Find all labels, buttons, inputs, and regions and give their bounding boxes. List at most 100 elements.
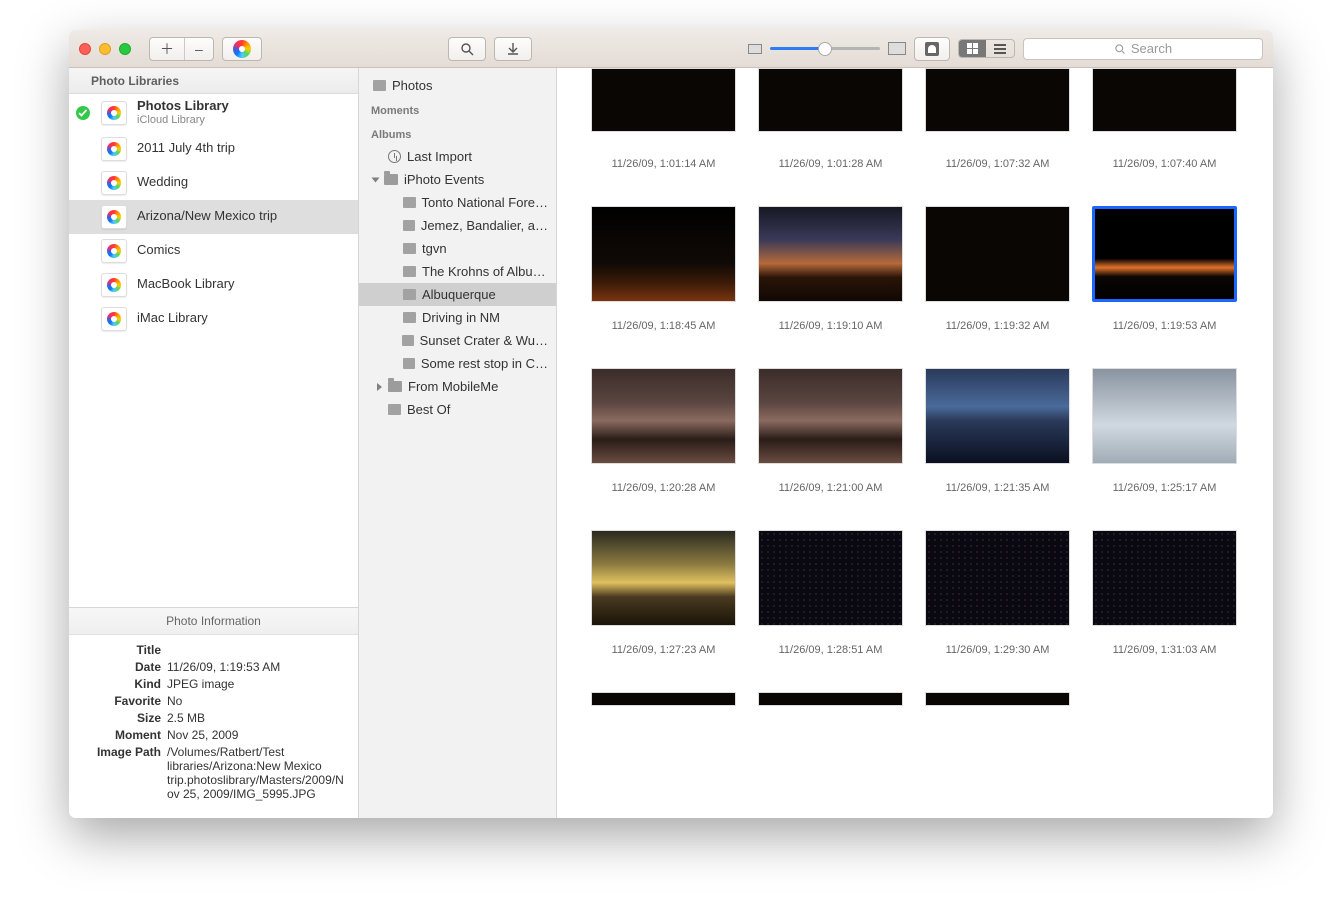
info-label: Image Path bbox=[83, 745, 167, 801]
best-of-album[interactable]: Best Of bbox=[359, 398, 556, 421]
library-text: MacBook Library bbox=[137, 277, 235, 292]
disclosure-triangle-icon[interactable] bbox=[372, 177, 380, 182]
library-row[interactable]: 2011 July 4th trip bbox=[69, 132, 358, 166]
titlebar: ＋ – bbox=[69, 30, 1273, 68]
thumbnail-cell[interactable]: 11/26/09, 1:19:53 AM bbox=[1092, 206, 1237, 332]
thumbnail-image[interactable] bbox=[925, 206, 1070, 302]
thumbnail-cell[interactable]: 11/26/09, 1:19:32 AM bbox=[925, 206, 1070, 332]
thumbnail-image[interactable] bbox=[1092, 68, 1237, 132]
album-icon bbox=[388, 404, 401, 415]
moments-section[interactable]: Moments bbox=[359, 97, 556, 121]
thumbnail-cell[interactable]: 11/26/09, 1:29:30 AM bbox=[925, 530, 1070, 656]
info-value: 11/26/09, 1:19:53 AM bbox=[167, 660, 344, 674]
event-item[interactable]: Jemez, Bandalier, a… bbox=[359, 214, 556, 237]
search-field[interactable]: Search bbox=[1023, 38, 1263, 60]
event-item[interactable]: Tonto National Fore… bbox=[359, 191, 556, 214]
from-mobileme-folder[interactable]: From MobileMe bbox=[359, 375, 556, 398]
thumbnail-row-grid: 11/26/09, 1:20:28 AM 11/26/09, 1:21:00 AM… bbox=[591, 368, 1255, 494]
thumbnail-timestamp: 11/26/09, 1:01:28 AM bbox=[779, 158, 883, 170]
thumbnail-cell[interactable]: 11/26/09, 1:27:23 AM bbox=[591, 530, 736, 656]
album-icon bbox=[403, 289, 416, 300]
source-photos[interactable]: Photos bbox=[359, 74, 556, 97]
thumbnail-cell[interactable]: 11/26/09, 1:21:35 AM bbox=[925, 368, 1070, 494]
thumbnail-timestamp: 11/26/09, 1:31:03 AM bbox=[1113, 644, 1217, 656]
window-body: Photo Libraries Photos LibraryiCloud Lib… bbox=[69, 68, 1273, 818]
zoom-slider[interactable] bbox=[770, 47, 880, 50]
thumbnail-cell[interactable]: 11/26/09, 1:19:10 AM bbox=[758, 206, 903, 332]
thumbnail-image[interactable] bbox=[758, 530, 903, 626]
thumbnail-image[interactable] bbox=[758, 206, 903, 302]
event-label: Jemez, Bandalier, a… bbox=[421, 218, 548, 233]
magnifier-doc-icon bbox=[459, 41, 475, 57]
thumbnail-image[interactable] bbox=[925, 68, 1070, 132]
thumbnail-image[interactable] bbox=[591, 530, 736, 626]
thumbnail-cell[interactable] bbox=[591, 692, 736, 706]
library-row[interactable]: MacBook Library bbox=[69, 268, 358, 302]
faces-button[interactable] bbox=[914, 37, 950, 61]
thumbnail-cell[interactable]: 11/26/09, 1:25:17 AM bbox=[1092, 368, 1237, 494]
thumbnail-cell[interactable] bbox=[758, 692, 903, 706]
minimize-icon[interactable] bbox=[99, 43, 111, 55]
library-row[interactable]: iMac Library bbox=[69, 302, 358, 336]
add-button[interactable]: ＋ bbox=[150, 38, 184, 60]
grid-icon bbox=[967, 43, 978, 54]
library-row[interactable]: Wedding bbox=[69, 166, 358, 200]
event-label: Tonto National Fore… bbox=[422, 195, 548, 210]
albums-section[interactable]: Albums bbox=[359, 121, 556, 145]
thumbnail-image[interactable] bbox=[1092, 530, 1237, 626]
library-row[interactable]: Photos LibraryiCloud Library bbox=[69, 94, 358, 132]
thumbnail-cell[interactable]: 11/26/09, 1:21:00 AM bbox=[758, 368, 903, 494]
thumbnail-cell[interactable]: 11/26/09, 1:07:32 AM bbox=[925, 68, 1070, 170]
event-item[interactable]: The Krohns of Albu… bbox=[359, 260, 556, 283]
thumbnail-cell[interactable] bbox=[925, 692, 1070, 706]
remove-button[interactable]: – bbox=[184, 38, 213, 60]
thumbnail-image[interactable] bbox=[591, 68, 736, 132]
thumbnail-image[interactable] bbox=[758, 68, 903, 132]
iphoto-events-folder[interactable]: iPhoto Events bbox=[359, 168, 556, 191]
event-item[interactable]: tgvn bbox=[359, 237, 556, 260]
event-item[interactable]: Some rest stop in C… bbox=[359, 352, 556, 375]
thumbnail-image[interactable] bbox=[758, 368, 903, 464]
source-list: Photos Moments Albums Last Import iPhoto… bbox=[359, 68, 557, 818]
grid-view-button[interactable] bbox=[959, 40, 986, 57]
thumbnail-row-grid bbox=[591, 692, 1255, 706]
inspect-button[interactable] bbox=[448, 37, 486, 61]
event-item[interactable]: Driving in NM bbox=[359, 306, 556, 329]
event-item[interactable]: Sunset Crater & Wu… bbox=[359, 329, 556, 352]
info-label: Moment bbox=[83, 728, 167, 742]
thumbnail-image[interactable] bbox=[591, 368, 736, 464]
thumbnail-content[interactable]: 11/26/09, 1:01:14 AM 11/26/09, 1:01:28 AM… bbox=[557, 68, 1273, 818]
thumbnail-image[interactable] bbox=[591, 206, 736, 302]
close-icon[interactable] bbox=[79, 43, 91, 55]
event-item[interactable]: Albuquerque bbox=[359, 283, 556, 306]
last-import-label: Last Import bbox=[407, 149, 472, 164]
album-icon bbox=[403, 197, 416, 208]
thumbnail-image[interactable] bbox=[925, 692, 1070, 706]
thumbnail-image[interactable] bbox=[591, 692, 736, 706]
info-row: KindJPEG image bbox=[83, 677, 344, 691]
thumbnail-image[interactable] bbox=[1092, 368, 1237, 464]
thumbnail-cell[interactable]: 11/26/09, 1:18:45 AM bbox=[591, 206, 736, 332]
thumbnail-timestamp: 11/26/09, 1:21:00 AM bbox=[779, 482, 883, 494]
thumbnail-cell[interactable]: 11/26/09, 1:28:51 AM bbox=[758, 530, 903, 656]
library-button[interactable] bbox=[222, 37, 262, 61]
thumbnail-cell[interactable]: 11/26/09, 1:20:28 AM bbox=[591, 368, 736, 494]
import-button[interactable] bbox=[494, 37, 532, 61]
zoom-icon[interactable] bbox=[119, 43, 131, 55]
list-view-button[interactable] bbox=[986, 40, 1014, 57]
thumbnail-cell[interactable]: 11/26/09, 1:01:28 AM bbox=[758, 68, 903, 170]
thumbnail-cell[interactable]: 11/26/09, 1:07:40 AM bbox=[1092, 68, 1237, 170]
thumbnail-cell[interactable]: 11/26/09, 1:31:03 AM bbox=[1092, 530, 1237, 656]
last-import[interactable]: Last Import bbox=[359, 145, 556, 168]
thumbnail-image[interactable] bbox=[758, 692, 903, 706]
library-row[interactable]: Comics bbox=[69, 234, 358, 268]
thumbnail-cell[interactable]: 11/26/09, 1:01:14 AM bbox=[591, 68, 736, 170]
list-icon bbox=[994, 44, 1006, 54]
album-icon bbox=[402, 335, 414, 346]
thumbnail-image[interactable] bbox=[925, 368, 1070, 464]
disclosure-triangle-icon[interactable] bbox=[377, 383, 382, 391]
thumbnail-image[interactable] bbox=[1092, 206, 1237, 302]
info-value: JPEG image bbox=[167, 677, 344, 691]
thumbnail-image[interactable] bbox=[925, 530, 1070, 626]
library-row[interactable]: Arizona/New Mexico trip bbox=[69, 200, 358, 234]
